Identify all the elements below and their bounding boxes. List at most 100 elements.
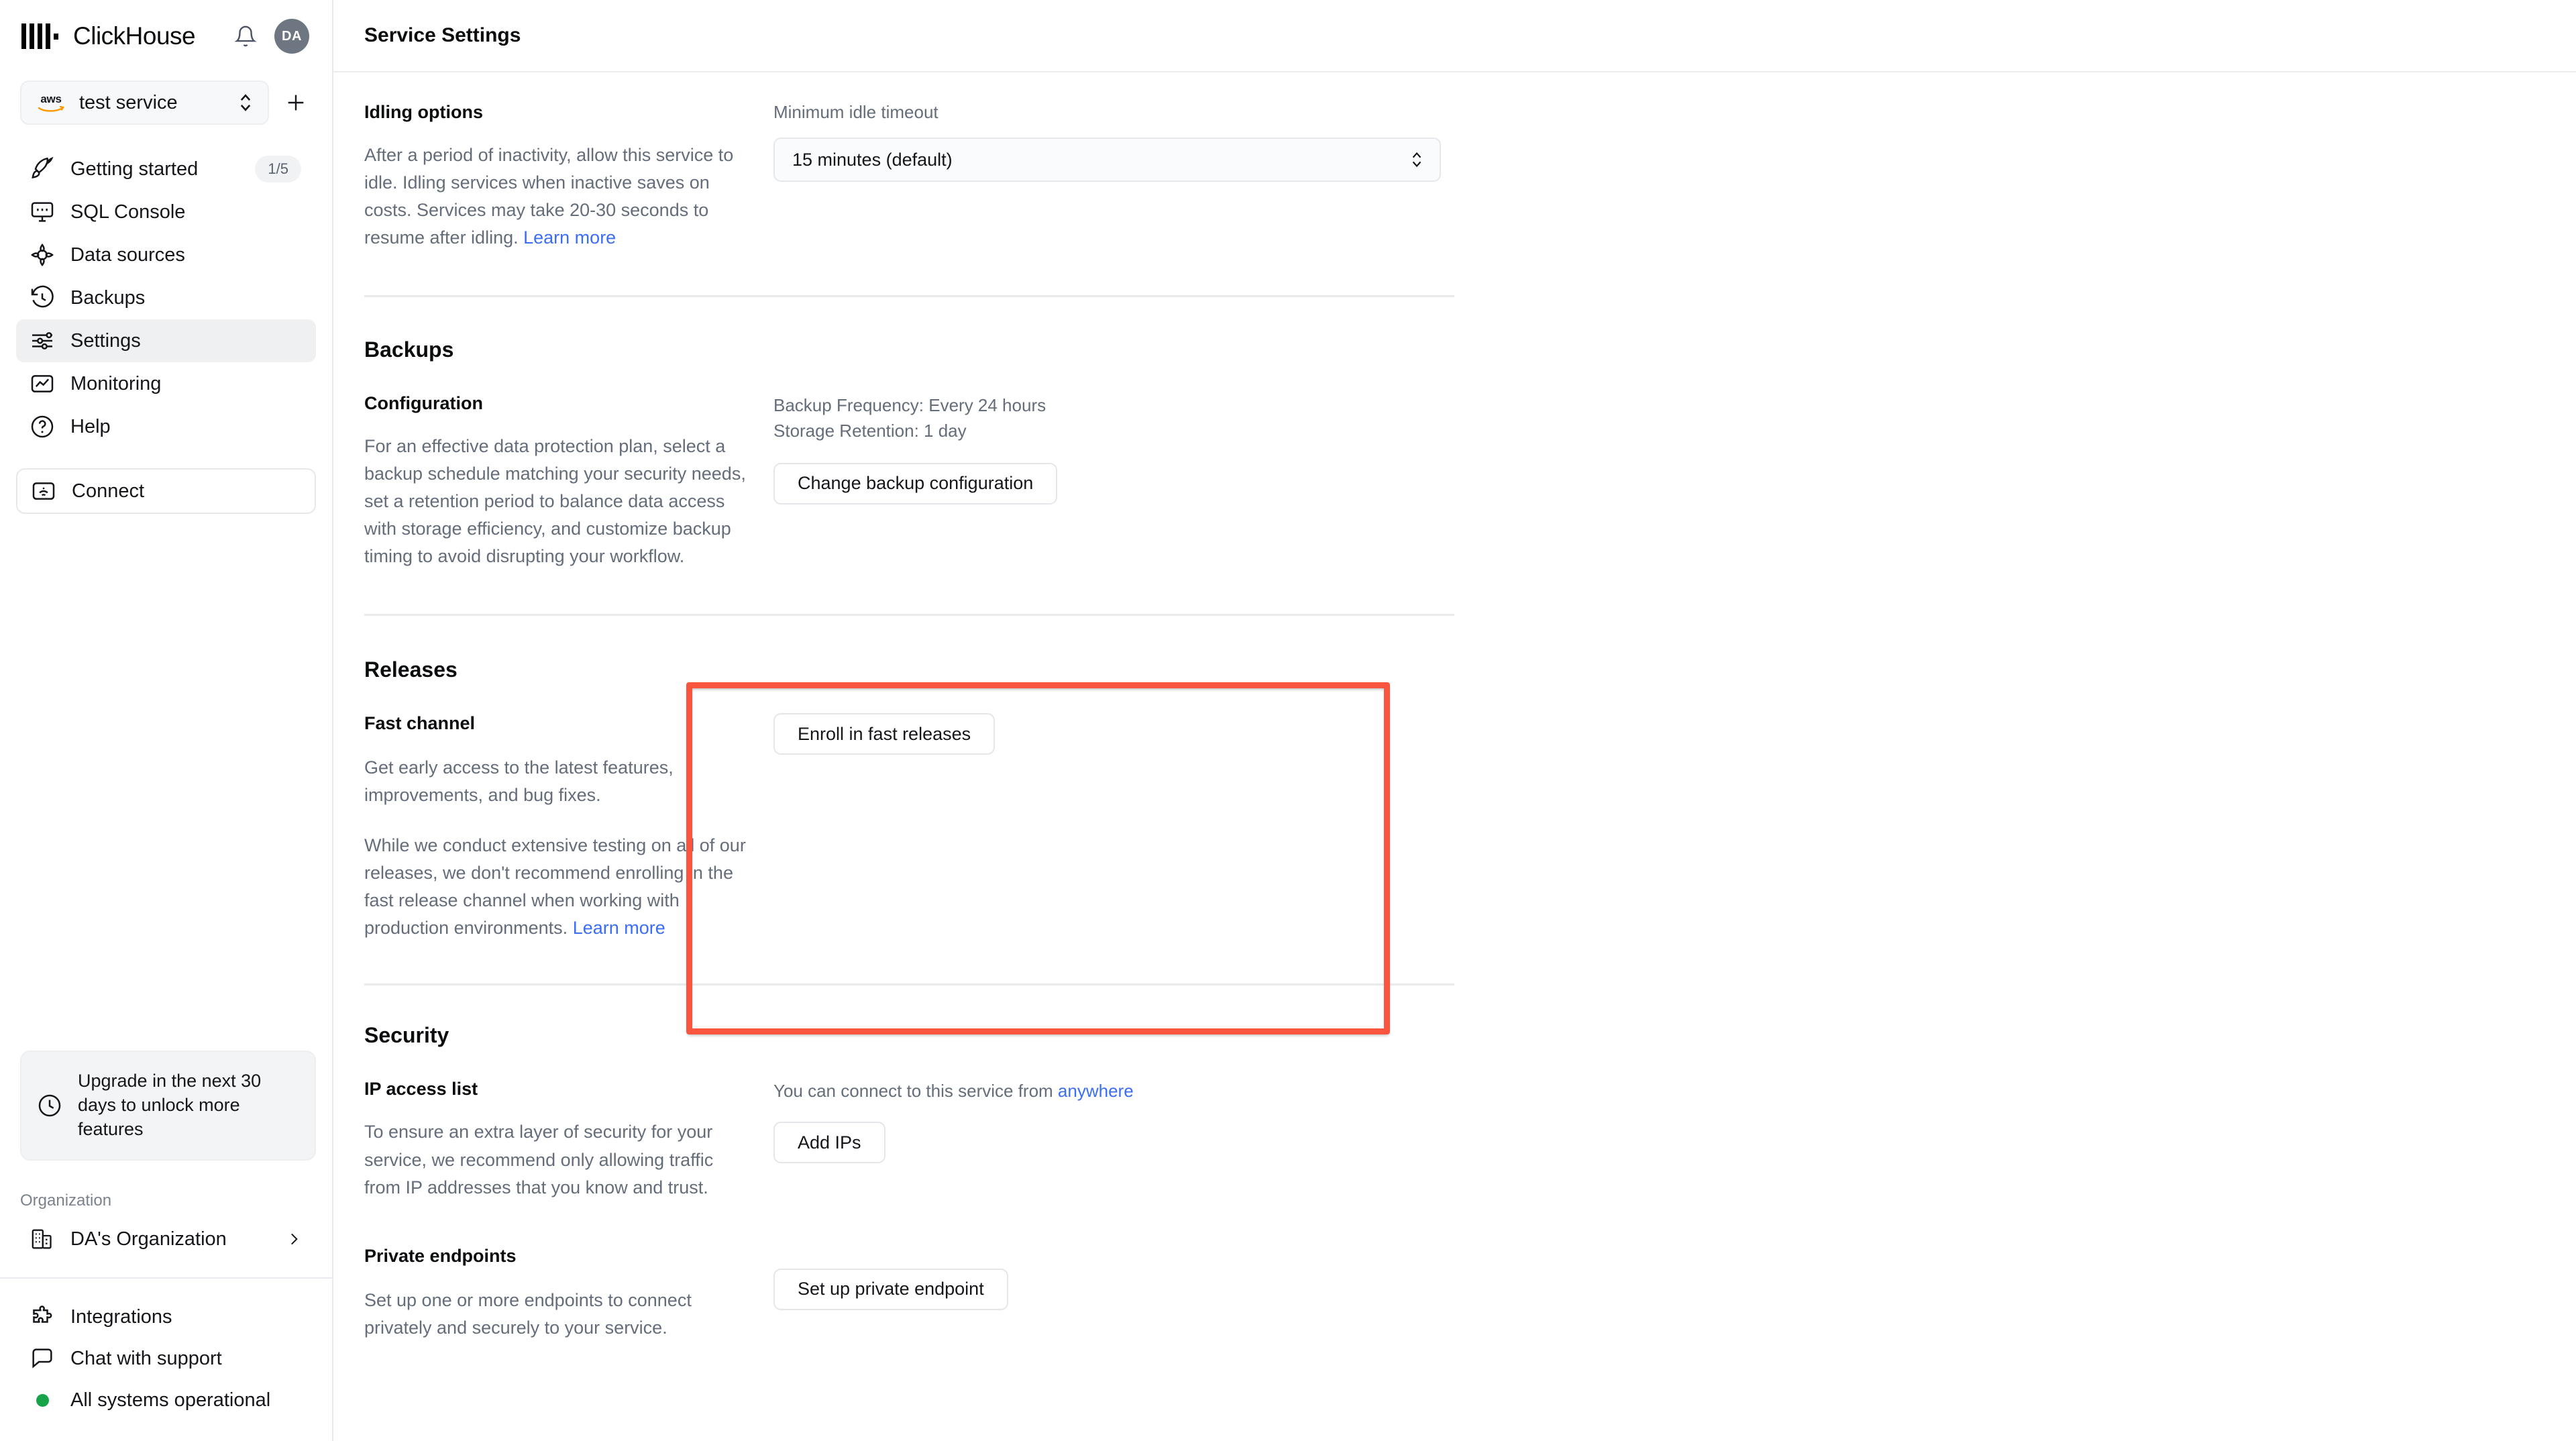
backups-title: Backups <box>364 337 2576 362</box>
chevron-updown-icon <box>237 91 254 114</box>
sliders-icon <box>29 327 56 354</box>
status-dot-icon <box>29 1394 56 1407</box>
sidebar-item-sql-console[interactable]: SQL Console <box>16 191 316 233</box>
chevron-updown-icon <box>1409 150 1425 170</box>
idling-left-column: Idling options After a period of inactiv… <box>364 102 773 252</box>
history-icon <box>29 284 56 311</box>
brand-name: ClickHouse <box>73 22 195 50</box>
private-endpoints-left-column: Private endpoints Set up one or more end… <box>364 1246 773 1342</box>
idle-timeout-label: Minimum idle timeout <box>773 102 2576 123</box>
releases-description-1: Get early access to the latest features,… <box>364 754 747 809</box>
getting-started-badge: 1/5 <box>255 156 301 182</box>
section-releases: Releases Fast channel Get early access t… <box>364 616 2576 942</box>
section-security: Security IP access list To ensure an ext… <box>364 985 2576 1201</box>
section-backups: Backups Configuration For an effective d… <box>364 297 2576 570</box>
idling-row: Idling options After a period of inactiv… <box>364 102 2576 252</box>
plus-icon <box>284 91 307 114</box>
security-row: IP access list To ensure an extra layer … <box>364 1079 2576 1201</box>
sidebar-item-monitoring[interactable]: Monitoring <box>16 362 316 405</box>
change-backup-configuration-button[interactable]: Change backup configuration <box>773 463 1057 504</box>
question-circle-icon <box>29 413 56 440</box>
data-sources-icon <box>29 242 56 268</box>
backups-description: For an effective data protection plan, s… <box>364 433 747 570</box>
chart-icon <box>29 370 56 397</box>
setup-private-endpoint-button[interactable]: Set up private endpoint <box>773 1269 1008 1310</box>
aws-swoosh-icon <box>38 106 64 113</box>
section-private-endpoints: Private endpoints Set up one or more end… <box>364 1202 2576 1342</box>
chat-icon <box>29 1345 56 1372</box>
releases-title: Releases <box>364 657 2576 682</box>
anywhere-link[interactable]: anywhere <box>1058 1081 1134 1101</box>
service-selector[interactable]: aws test service <box>20 81 269 125</box>
sidebar-item-settings[interactable]: Settings <box>16 319 316 362</box>
aws-icon: aws <box>36 93 66 113</box>
connect-icon <box>30 478 57 504</box>
idle-timeout-select[interactable]: 15 minutes (default) <box>773 138 1441 182</box>
storage-retention-line: Storage Retention: 1 day <box>773 419 2576 444</box>
upgrade-notice-text: Upgrade in the next 30 days to unlock mo… <box>78 1069 297 1142</box>
connect-label: Connect <box>72 480 144 502</box>
sidebar-nav: Getting started 1/5 SQL Console <box>0 148 332 448</box>
enroll-fast-releases-button[interactable]: Enroll in fast releases <box>773 713 995 755</box>
puzzle-icon <box>29 1303 56 1330</box>
releases-learn-more-link[interactable]: Learn more <box>573 918 665 938</box>
sidebar-item-data-sources[interactable]: Data sources <box>16 233 316 276</box>
idling-description: After a period of inactivity, allow this… <box>364 142 747 252</box>
idle-timeout-value: 15 minutes (default) <box>792 150 953 170</box>
main-content: Service Settings Idling options After a … <box>333 0 2576 1441</box>
organization-item[interactable]: DA's Organization <box>16 1218 316 1260</box>
releases-right-column: Enroll in fast releases <box>773 713 2576 942</box>
add-service-button[interactable] <box>281 88 311 117</box>
sidebar-item-getting-started[interactable]: Getting started 1/5 <box>16 148 316 191</box>
idling-learn-more-link[interactable]: Learn more <box>523 227 616 248</box>
sidebar-item-chat-support[interactable]: Chat with support <box>16 1338 316 1379</box>
avatar[interactable]: DA <box>274 19 309 54</box>
service-selector-row: aws test service <box>0 81 332 125</box>
rocket-icon <box>29 156 56 182</box>
system-status-label: All systems operational <box>70 1389 270 1411</box>
connect-button[interactable]: Connect <box>16 468 316 514</box>
organization-label: Organization <box>0 1191 332 1210</box>
sidebar-item-label: Getting started <box>70 158 198 180</box>
ip-access-status: You can connect to this service from any… <box>773 1079 2576 1104</box>
main-header: Service Settings <box>333 0 2576 72</box>
sidebar-item-label: Data sources <box>70 244 185 266</box>
clock-icon <box>36 1092 63 1119</box>
notifications-bell-icon[interactable] <box>234 25 257 48</box>
backup-frequency-line: Backup Frequency: Every 24 hours <box>773 393 2576 419</box>
sidebar-spacer <box>0 514 332 1051</box>
idling-sub-title: Idling options <box>364 102 747 123</box>
sidebar-item-label: SQL Console <box>70 201 185 223</box>
backups-sub-title: Configuration <box>364 393 747 414</box>
sidebar-footer: Integrations Chat with support All syste… <box>0 1279 332 1441</box>
security-description: To ensure an extra layer of security for… <box>364 1118 747 1201</box>
security-right-column: You can connect to this service from any… <box>773 1079 2576 1201</box>
backups-left-column: Configuration For an effective data prot… <box>364 393 773 570</box>
chevron-right-icon <box>285 1230 303 1248</box>
app-root: ClickHouse DA aws test service <box>0 0 2576 1441</box>
sidebar-item-integrations[interactable]: Integrations <box>16 1296 316 1338</box>
backups-right-column: Backup Frequency: Every 24 hours Storage… <box>773 393 2576 570</box>
sidebar-item-system-status[interactable]: All systems operational <box>16 1379 316 1421</box>
service-name: test service <box>79 92 178 114</box>
releases-row: Fast channel Get early access to the lat… <box>364 713 2576 942</box>
sidebar-item-label: Settings <box>70 330 141 352</box>
page-title: Service Settings <box>364 24 521 47</box>
sidebar-item-help[interactable]: Help <box>16 405 316 448</box>
releases-description-2: While we conduct extensive testing on al… <box>364 832 747 942</box>
sidebar-item-backups[interactable]: Backups <box>16 276 316 319</box>
clickhouse-logo-icon <box>21 23 58 49</box>
sidebar-item-label: Help <box>70 416 111 438</box>
settings-content: Idling options After a period of inactiv… <box>333 72 2576 1342</box>
security-left-column: IP access list To ensure an extra layer … <box>364 1079 773 1201</box>
private-endpoints-right-column: Set up private endpoint <box>773 1246 2576 1342</box>
add-ips-button[interactable]: Add IPs <box>773 1122 885 1163</box>
security-sub-title: IP access list <box>364 1079 747 1100</box>
private-endpoints-row: Private endpoints Set up one or more end… <box>364 1246 2576 1342</box>
sidebar-item-label: Backups <box>70 287 145 309</box>
upgrade-notice-card[interactable]: Upgrade in the next 30 days to unlock mo… <box>20 1051 316 1161</box>
idling-right-column: Minimum idle timeout 15 minutes (default… <box>773 102 2576 252</box>
private-endpoints-description: Set up one or more endpoints to connect … <box>364 1287 747 1342</box>
building-icon <box>29 1226 56 1252</box>
sidebar-item-label: Chat with support <box>70 1348 222 1370</box>
